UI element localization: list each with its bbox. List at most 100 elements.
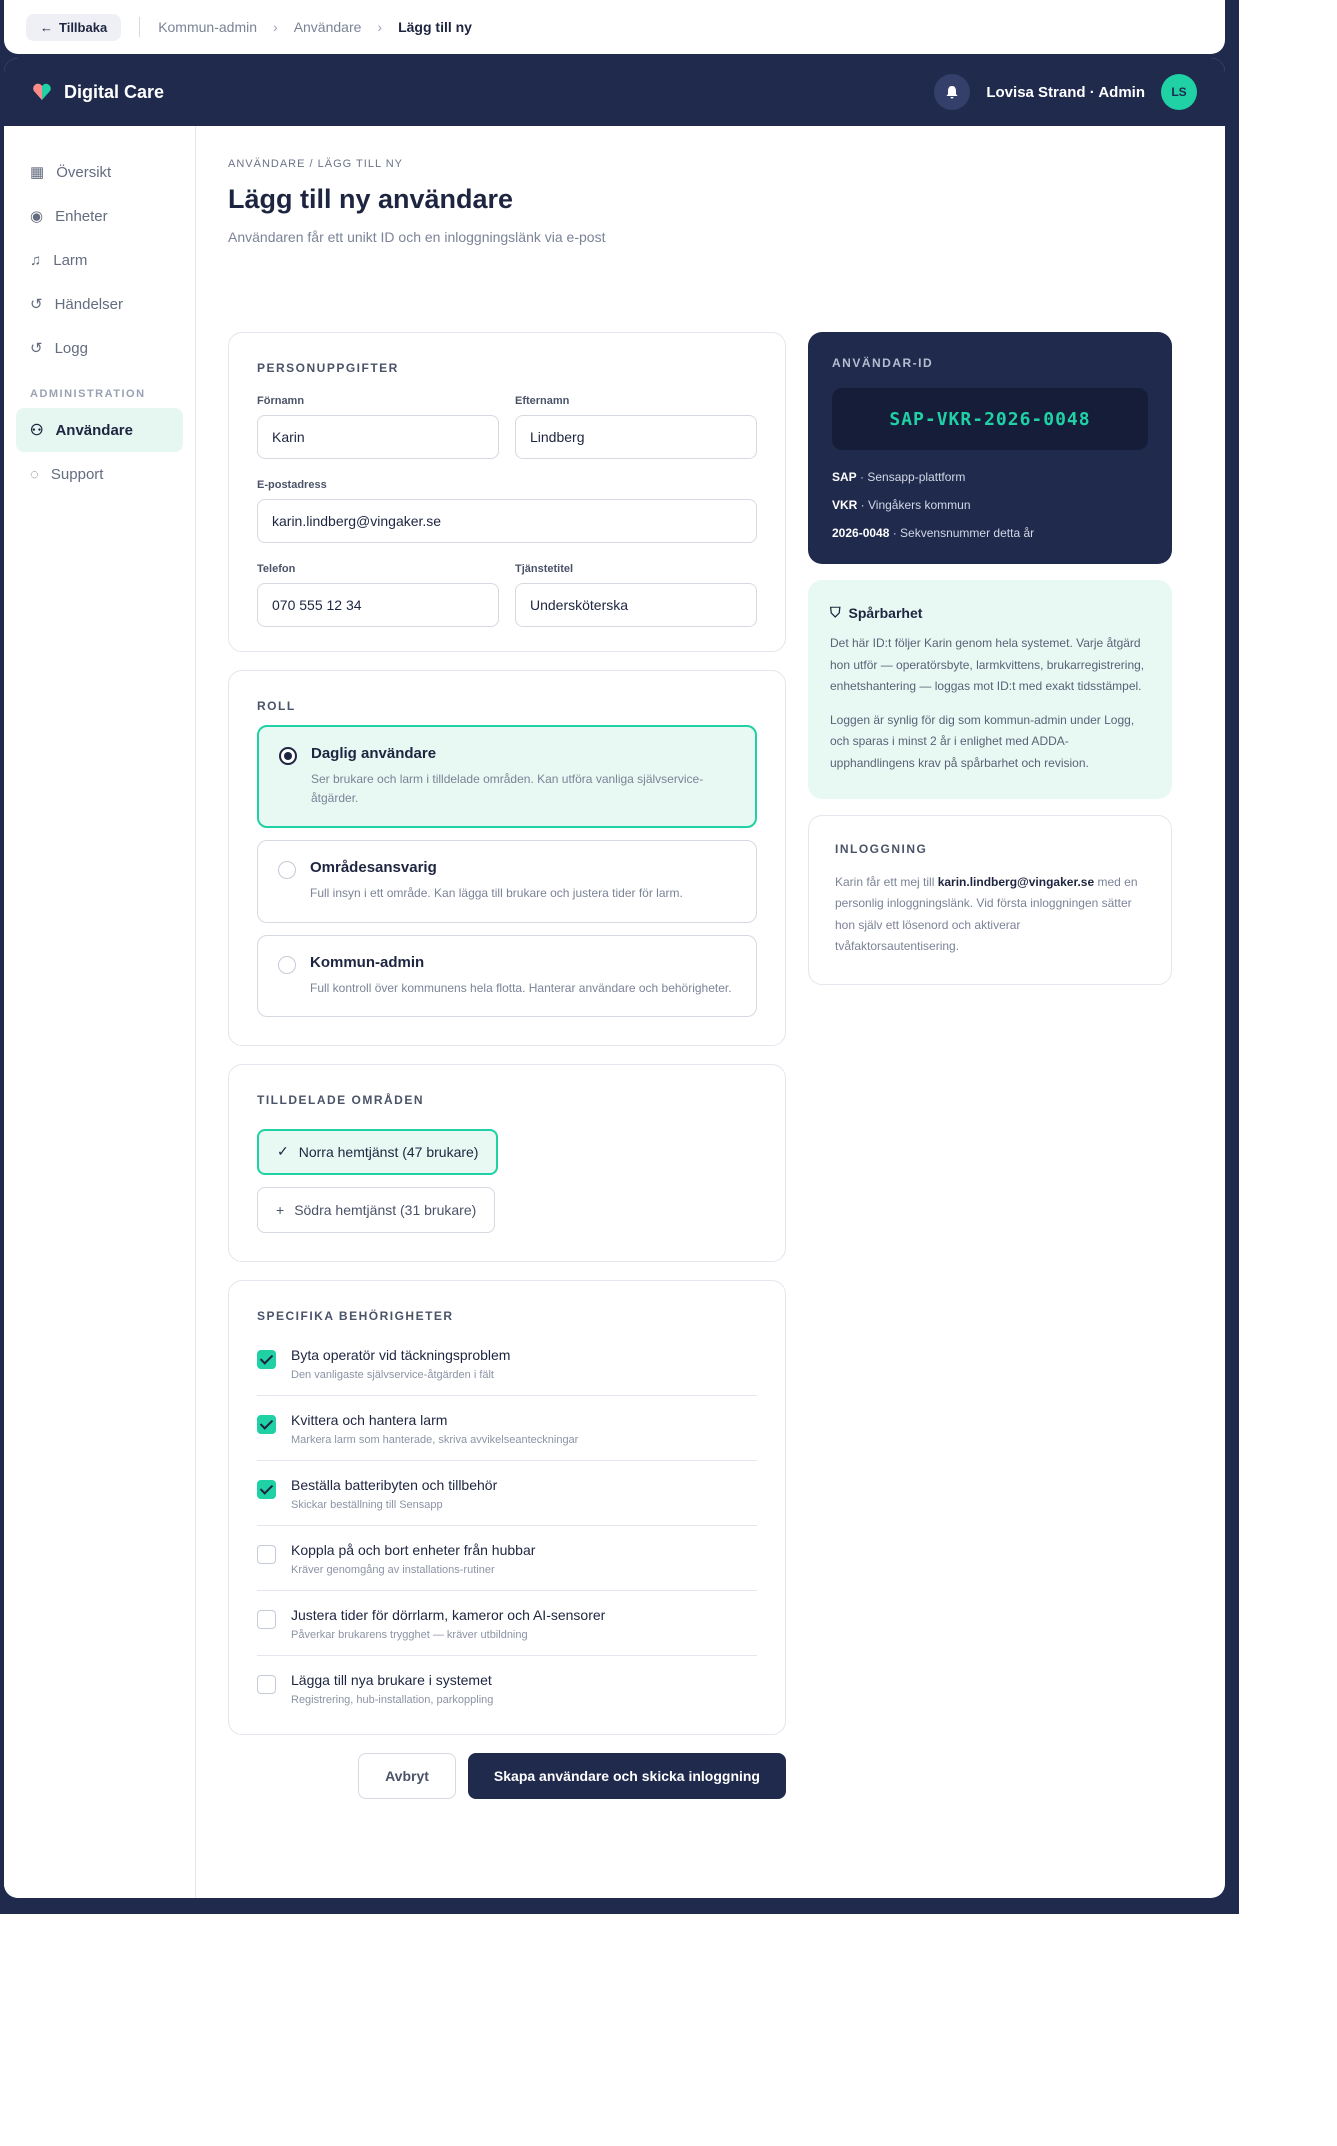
permission-item: Byta operatör vid täckningsproblem Den v… <box>257 1331 757 1396</box>
areas-card: TILLDELADE OMRÅDEN ✓ Norra hemtjänst (47… <box>228 1063 786 1262</box>
cancel-button[interactable]: Avbryt <box>358 1752 456 1799</box>
history-icon: ↺ <box>30 296 43 313</box>
role-option-omradesansvarig[interactable]: Områdesansvarig Full insyn i ett område.… <box>257 840 757 923</box>
section-title: SPECIFIKA BEHÖRIGHETER <box>257 1308 454 1323</box>
traceability-card: ⛉ Spårbarhet Det här ID:t följer Karin g… <box>808 580 1172 799</box>
last-name-label: Efternamn <box>515 395 570 407</box>
id-explain-line: VKR · Vingåkers kommun <box>832 498 1148 512</box>
sidebar-item-anvandare[interactable]: ⚇ Användare <box>16 408 183 452</box>
sidebar-item-handelser[interactable]: ↺ Händelser <box>16 282 183 326</box>
traceability-title: ⛉ Spårbarhet <box>830 604 923 621</box>
first-name-label: Förnamn <box>257 395 305 407</box>
phone-field: Telefon 070 555 12 34 <box>257 563 499 627</box>
form-actions: Avbryt Skapa användare och skicka inlogg… <box>228 1752 786 1799</box>
grid-icon: ▦ <box>30 164 45 181</box>
chevron-right-icon: › <box>377 19 383 35</box>
checkbox-unchecked[interactable] <box>257 1609 276 1629</box>
id-part: VKR <box>832 498 858 512</box>
signal-icon: ◉ <box>30 208 44 225</box>
traceability-text: Loggen är synlig för dig som kommun-admi… <box>830 712 1135 770</box>
permission-desc: Registrering, hub-installation, parkoppl… <box>291 1693 494 1706</box>
job-title-field: Tjänstetitel Undersköterska <box>515 563 757 627</box>
first-name-input[interactable]: Karin <box>257 415 499 459</box>
permission-item: Justera tider för dörrlarm, kameror och … <box>257 1591 757 1656</box>
sidebar-item-support[interactable]: ◌ Support <box>16 452 183 496</box>
first-name-field: Förnamn Karin <box>257 395 499 459</box>
permission-label: Beställa batteribyten och tillbehör <box>291 1476 498 1493</box>
brand[interactable]: Digital Care <box>32 82 164 103</box>
area-chip-selected[interactable]: ✓ Norra hemtjänst (47 brukare) <box>257 1128 499 1175</box>
email-input[interactable]: karin.lindberg@vingaker.se <box>257 499 757 543</box>
permission-label: Kvittera och hantera larm <box>291 1411 448 1428</box>
back-button[interactable]: ← Tillbaka <box>26 13 122 41</box>
traceability-text: Det här ID:t följer Karin genom hela sys… <box>830 636 1145 694</box>
section-title: TILLDELADE OMRÅDEN <box>257 1092 424 1107</box>
sidebar-item-enheter[interactable]: ◉ Enheter <box>16 194 183 238</box>
form-column: PERSONUPPGIFTER Förnamn Karin Efternamn … <box>228 332 786 1799</box>
checkbox-checked[interactable] <box>257 1479 276 1499</box>
job-title-input[interactable]: Undersköterska <box>515 583 757 627</box>
section-title: PERSONUPPGIFTER <box>257 361 399 375</box>
role-option-daglig[interactable]: Daglig användare Ser brukare och larm i … <box>257 725 757 829</box>
brand-name: Digital Care <box>64 81 165 102</box>
job-title-label: Tjänstetitel <box>515 563 574 575</box>
id-part-desc: · Sekvensnummer detta år <box>889 526 1035 540</box>
email-row: E-postadress karin.lindberg@vingaker.se <box>257 479 757 543</box>
page-breadcrumb: ANVÄNDARE / LÄGG TILL NY <box>228 158 403 170</box>
user-id-value: SAP-VKR-2026-0048 <box>832 388 1148 450</box>
checkbox-checked[interactable] <box>257 1349 276 1369</box>
page-subtitle: Användaren får ett unikt ID och en inlog… <box>228 229 606 245</box>
sidebar-item-larm[interactable]: ♫ Larm <box>16 238 183 282</box>
permission-desc: Skickar beställning till Sensapp <box>291 1498 443 1511</box>
phone-row: Telefon 070 555 12 34 Tjänstetitel Under… <box>257 563 757 627</box>
bell-icon: ♫ <box>30 251 42 269</box>
info-column: ANVÄNDAR-ID SAP-VKR-2026-0048 SAP · Sens… <box>808 332 1172 985</box>
sidebar-item-logg[interactable]: ↺ Logg <box>16 326 183 370</box>
area-chip-add[interactable]: + Södra hemtjänst (31 brukare) <box>257 1186 496 1233</box>
header-right: Lovisa Strand · Admin LS <box>934 74 1197 110</box>
submit-button[interactable]: Skapa användare och skicka inloggning <box>467 1752 786 1799</box>
chevron-right-icon: › <box>273 19 278 35</box>
clock-icon: ↺ <box>30 340 43 357</box>
checkbox-unchecked[interactable] <box>257 1674 276 1694</box>
bell-icon[interactable] <box>934 74 971 110</box>
arrow-left-icon: ← <box>40 19 53 35</box>
permissions-card: SPECIFIKA BEHÖRIGHETER Byta operatör vid… <box>228 1279 786 1735</box>
role-title: Kommun-admin <box>310 953 425 971</box>
sidebar: ▦ Översikt ◉ Enheter ♫ Larm ↺ Händelser … <box>4 126 196 1898</box>
radio-unselected[interactable] <box>278 861 296 880</box>
breadcrumb-anvandare[interactable]: Användare <box>294 19 362 35</box>
permission-label: Byta operatör vid täckningsproblem <box>291 1346 511 1363</box>
app-window: Digital Care Lovisa Strand · Admin LS ▦ … <box>4 58 1225 1898</box>
role-desc: Full insyn i ett område. Kan lägga till … <box>310 886 683 901</box>
role-option-kommun-admin[interactable]: Kommun-admin Full kontroll över kommunen… <box>257 934 757 1017</box>
user-id-title: ANVÄNDAR-ID <box>832 356 934 370</box>
login-card: INLOGGNING Karin får ett mej till karin.… <box>808 814 1172 985</box>
name-row: Förnamn Karin Efternamn Lindberg <box>257 395 757 459</box>
radio-selected[interactable] <box>279 747 297 765</box>
permission-desc: Kräver genomgång av installations-rutine… <box>291 1563 495 1576</box>
chat-icon: ◌ <box>30 465 39 483</box>
phone-input[interactable]: 070 555 12 34 <box>257 583 499 627</box>
checkbox-checked[interactable] <box>257 1414 276 1434</box>
permission-item: Lägga till nya brukare i systemet Regist… <box>257 1656 757 1720</box>
avatar[interactable]: LS <box>1161 74 1197 110</box>
checkbox-unchecked[interactable] <box>257 1544 276 1564</box>
current-user[interactable]: Lovisa Strand · Admin <box>986 84 1145 101</box>
user-id-card: ANVÄNDAR-ID SAP-VKR-2026-0048 SAP · Sens… <box>808 332 1172 564</box>
breadcrumb-current: Lägg till ny <box>398 19 472 35</box>
id-part-desc: · Sensapp-plattform <box>856 470 966 484</box>
sidebar-section-label: ADMINISTRATION <box>30 388 146 400</box>
radio-unselected[interactable] <box>278 955 296 974</box>
login-title: INLOGGNING <box>835 841 928 856</box>
id-part: SAP <box>832 470 857 484</box>
breadcrumb-kommun-admin[interactable]: Kommun-admin <box>158 19 257 35</box>
divider <box>139 17 141 37</box>
last-name-input[interactable]: Lindberg <box>515 415 757 459</box>
id-explain-line: SAP · Sensapp-plattform <box>832 470 1148 484</box>
permission-label: Koppla på och bort enheter från hubbar <box>291 1541 536 1558</box>
permission-item: Kvittera och hantera larm Markera larm s… <box>257 1396 757 1461</box>
role-card: ROLL Daglig användare Ser brukare och la… <box>228 670 786 1046</box>
permission-desc: Påverkar brukarens trygghet — kräver utb… <box>291 1628 528 1641</box>
sidebar-item-oversikt[interactable]: ▦ Översikt <box>16 150 183 194</box>
